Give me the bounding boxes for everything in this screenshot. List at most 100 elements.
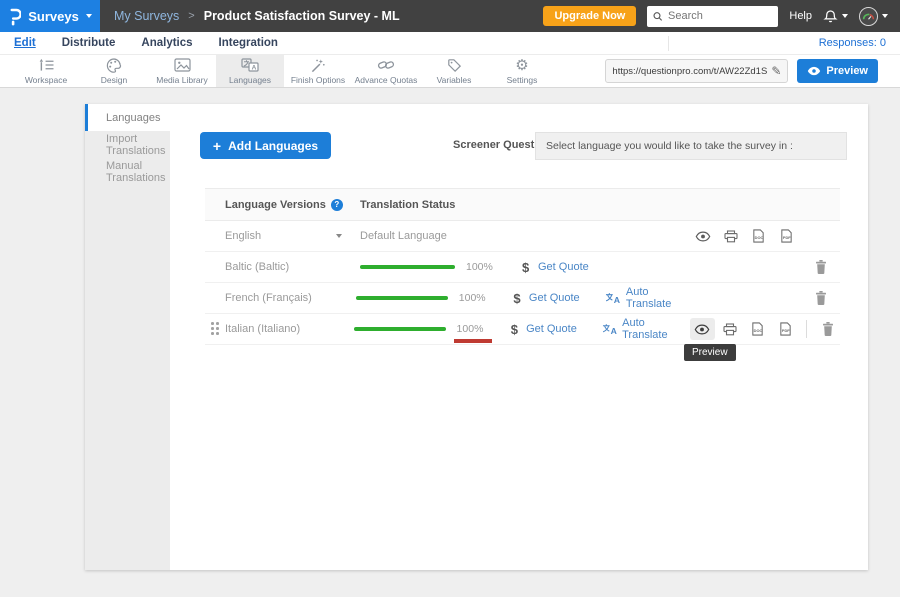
notifications-menu[interactable]: [823, 8, 848, 24]
get-quote-link[interactable]: Get Quote: [526, 323, 602, 335]
auto-translate-link[interactable]: A Auto Translate: [605, 286, 694, 310]
dollar-icon: $: [511, 322, 526, 337]
delete-trash-icon[interactable]: [808, 287, 833, 309]
language-name: French (Français): [225, 292, 312, 304]
topbar-actions: Upgrade Now Help: [543, 6, 900, 27]
toolbar-item-variables[interactable]: Variables: [420, 55, 488, 87]
column-translation-status: Translation Status: [360, 199, 455, 211]
toolbar-item-advance-quotas[interactable]: Advance Quotas: [352, 55, 420, 87]
toolbar-right: ✎ Preview: [605, 55, 900, 87]
screener-question-field[interactable]: Select language you would like to take t…: [535, 132, 847, 160]
tab-distribute[interactable]: Distribute: [62, 37, 116, 49]
translation-progress-bar: [360, 265, 455, 269]
delete-trash-icon[interactable]: [815, 318, 840, 340]
row-actions: [690, 256, 840, 278]
svg-text:A: A: [610, 326, 616, 335]
language-dropdown-english[interactable]: English: [205, 230, 360, 242]
edit-toolbar: Workspace Design Media Library A Languag…: [0, 55, 900, 88]
toolbar-item-workspace[interactable]: Workspace: [12, 55, 80, 87]
pdf-export-icon[interactable]: PDF: [774, 225, 799, 247]
svg-text:A: A: [614, 295, 621, 304]
toolbar-item-label: Advance Quotas: [355, 75, 418, 85]
account-menu[interactable]: [859, 7, 888, 26]
search-input[interactable]: [668, 10, 772, 22]
sidebar-item-import-translations[interactable]: Import Translations: [85, 131, 170, 158]
table-row-italian: Italian (Italiano) 100% $ Get Quote A Au…: [205, 314, 840, 345]
toolbar-item-label: Settings: [507, 75, 538, 85]
auto-translate-label: Auto Translate: [622, 317, 690, 341]
language-name: English: [225, 230, 261, 242]
help-link[interactable]: Help: [789, 10, 812, 22]
toolbar-item-design[interactable]: Design: [80, 55, 148, 87]
search-icon: [653, 11, 663, 22]
drag-handle[interactable]: [211, 322, 219, 335]
survey-nav-tabs: Edit Distribute Analytics Integration Re…: [0, 32, 900, 55]
edit-url-pencil-icon[interactable]: ✎: [771, 64, 781, 78]
survey-url-input[interactable]: [612, 66, 767, 77]
workspace-icon: [38, 58, 55, 73]
tab-edit[interactable]: Edit: [14, 37, 36, 49]
default-language-label: Default Language: [360, 230, 447, 242]
questionpro-logo-icon: [8, 7, 21, 26]
top-bar: Surveys My Surveys > Product Satisfactio…: [0, 0, 900, 32]
chevron-down-icon: [882, 14, 888, 18]
tab-analytics[interactable]: Analytics: [141, 37, 192, 49]
translation-progress-bar: [354, 327, 445, 331]
tag-icon: [447, 58, 462, 73]
add-languages-button[interactable]: + Add Languages: [200, 132, 331, 159]
breadcrumb-my-surveys[interactable]: My Surveys: [114, 9, 179, 23]
preview-button[interactable]: Preview: [797, 59, 878, 83]
responses-count[interactable]: Responses: 0: [819, 37, 886, 49]
global-search: [647, 6, 778, 27]
language-versions-label: Language Versions: [225, 199, 326, 211]
chevron-down-icon: [86, 14, 92, 18]
avatar: [859, 7, 878, 26]
language-name: Italian (Italiano): [225, 323, 300, 335]
eye-icon: [807, 66, 821, 76]
doc-export-icon[interactable]: DOC: [746, 225, 771, 247]
get-quote-link[interactable]: Get Quote: [538, 261, 617, 273]
row-actions: [694, 287, 840, 309]
print-icon[interactable]: [718, 225, 743, 247]
nav-divider: [668, 36, 669, 51]
doc-export-icon[interactable]: DOC: [746, 318, 771, 340]
breadcrumb: My Surveys > Product Satisfaction Survey…: [114, 9, 400, 23]
toolbar-item-settings[interactable]: ⚙ Settings: [488, 55, 556, 87]
auto-translate-link[interactable]: A Auto Translate: [602, 317, 690, 341]
toolbar-item-media-library[interactable]: Media Library: [148, 55, 216, 87]
toolbar-item-label: Workspace: [25, 75, 67, 85]
toolbar-item-label: Design: [101, 75, 127, 85]
actions-divider: [806, 320, 807, 338]
red-underline-annotation: [454, 339, 492, 343]
column-language-versions: Language Versions ?: [205, 199, 360, 211]
translation-progress-bar: [356, 296, 448, 300]
add-languages-label: Add Languages: [228, 139, 318, 153]
delete-trash-icon[interactable]: [808, 256, 833, 278]
preview-tooltip: Preview: [684, 344, 736, 361]
product-logo-menu[interactable]: Surveys: [0, 0, 100, 32]
toolbar-item-languages[interactable]: A Languages: [216, 55, 284, 87]
sidebar-item-manual-translations[interactable]: Manual Translations: [85, 158, 170, 185]
languages-table: Language Versions ? Translation Status E…: [205, 188, 840, 345]
help-circle-icon[interactable]: ?: [331, 199, 343, 211]
translation-percent: 100%: [466, 261, 510, 273]
preview-eye-icon[interactable]: Preview: [690, 318, 715, 340]
toolbar-item-label: Variables: [437, 75, 472, 85]
upgrade-now-button[interactable]: Upgrade Now: [543, 6, 636, 26]
auto-translate-icon: A: [605, 292, 620, 304]
print-icon[interactable]: [718, 318, 743, 340]
preview-eye-icon[interactable]: [690, 225, 715, 247]
languages-sidebar: Languages Import Translations Manual Tra…: [85, 104, 170, 570]
get-quote-link[interactable]: Get Quote: [529, 292, 606, 304]
svg-text:DOC: DOC: [755, 235, 764, 240]
dollar-icon: $: [522, 260, 538, 275]
toolbar-item-label: Languages: [229, 75, 271, 85]
toolbar-item-finish-options[interactable]: Finish Options: [284, 55, 352, 87]
auto-translate-icon: A: [602, 323, 617, 335]
tab-integration[interactable]: Integration: [219, 37, 278, 49]
survey-title: Product Satisfaction Survey - ML: [204, 9, 400, 23]
pdf-export-icon[interactable]: PDF: [773, 318, 798, 340]
row-actions: DOC PDF: [690, 225, 840, 247]
gauge-icon: [862, 11, 875, 21]
sidebar-item-languages[interactable]: Languages: [85, 104, 170, 131]
